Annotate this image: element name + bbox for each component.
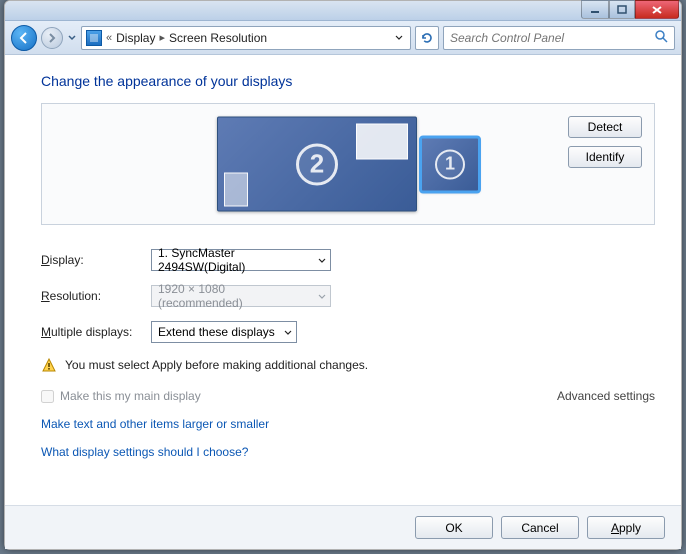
arrow-left-icon: [17, 31, 31, 45]
window-frame: « Display ▸ Screen Resolution Change t: [4, 0, 682, 550]
maximize-button[interactable]: [609, 0, 635, 19]
nav-back-button[interactable]: [11, 25, 37, 51]
chevron-down-icon: [318, 289, 326, 303]
chevron-down-icon: [318, 253, 326, 267]
page-title: Change the appearance of your displays: [41, 73, 655, 89]
mini-window-icon: [356, 124, 408, 160]
monitor-number-label: 2: [296, 143, 338, 185]
monitor-number-label: 1: [435, 149, 465, 179]
chevron-down-icon: [395, 35, 403, 41]
display-label: Display:: [41, 253, 151, 267]
button-bar: OK Cancel Apply: [5, 505, 681, 549]
resolution-label: Resolution:: [41, 289, 151, 303]
address-bar[interactable]: « Display ▸ Screen Resolution: [81, 26, 411, 50]
cancel-button[interactable]: Cancel: [501, 516, 579, 539]
breadcrumb-display[interactable]: Display: [116, 31, 155, 45]
content-pane: Change the appearance of your displays 2…: [5, 55, 681, 505]
maximize-icon: [617, 5, 627, 15]
multiple-displays-select[interactable]: Extend these displays: [151, 321, 297, 343]
display-select[interactable]: 1. SyncMaster 2494SW(Digital): [151, 249, 331, 271]
minimize-icon: [590, 5, 600, 15]
resize-text-link[interactable]: Make text and other items larger or smal…: [41, 417, 655, 431]
search-input[interactable]: [450, 31, 654, 45]
main-display-checkbox: [41, 390, 54, 403]
refresh-button[interactable]: [415, 26, 439, 50]
detect-button[interactable]: Detect: [568, 116, 642, 138]
multiple-displays-label: Multiple displays:: [41, 325, 151, 339]
mini-window-icon: [224, 173, 248, 207]
address-dropdown[interactable]: [392, 35, 406, 41]
resolution-select: 1920 × 1080 (recommended): [151, 285, 331, 307]
arrow-right-icon: [46, 32, 58, 44]
chevron-down-icon: [68, 35, 76, 41]
main-display-label: Make this my main display: [60, 389, 201, 403]
resolution-select-value: 1920 × 1080 (recommended): [158, 282, 312, 310]
breadcrumb-screen-resolution[interactable]: Screen Resolution: [169, 31, 267, 45]
search-box[interactable]: [443, 26, 675, 50]
warning-text: You must select Apply before making addi…: [65, 358, 368, 372]
help-link[interactable]: What display settings should I choose?: [41, 445, 655, 459]
chevron-down-icon: [284, 325, 292, 339]
display-select-value: 1. SyncMaster 2494SW(Digital): [158, 246, 312, 274]
monitor-1[interactable]: 1: [421, 137, 479, 191]
nav-forward-button[interactable]: [41, 27, 63, 49]
warning-icon: [41, 357, 57, 373]
navbar: « Display ▸ Screen Resolution: [5, 21, 681, 55]
minimize-button[interactable]: [581, 0, 609, 19]
advanced-settings-link[interactable]: Advanced settings: [557, 389, 655, 403]
apply-button[interactable]: Apply: [587, 516, 665, 539]
multiple-displays-value: Extend these displays: [158, 325, 275, 339]
titlebar: [5, 1, 681, 21]
ok-button[interactable]: OK: [415, 516, 493, 539]
monitor-2[interactable]: 2: [217, 117, 417, 212]
control-panel-icon: [86, 30, 102, 46]
search-icon: [654, 29, 668, 46]
close-icon: [651, 5, 663, 15]
display-preview: 2 1 Detect Identify: [41, 103, 655, 225]
breadcrumb-sep-icon: ▸: [159, 31, 165, 44]
close-button[interactable]: [635, 0, 679, 19]
refresh-icon: [420, 31, 434, 45]
window-controls: [581, 0, 679, 19]
nav-history-dropdown[interactable]: [67, 29, 77, 47]
breadcrumb-back-icon: «: [106, 32, 112, 44]
identify-button[interactable]: Identify: [568, 146, 642, 168]
